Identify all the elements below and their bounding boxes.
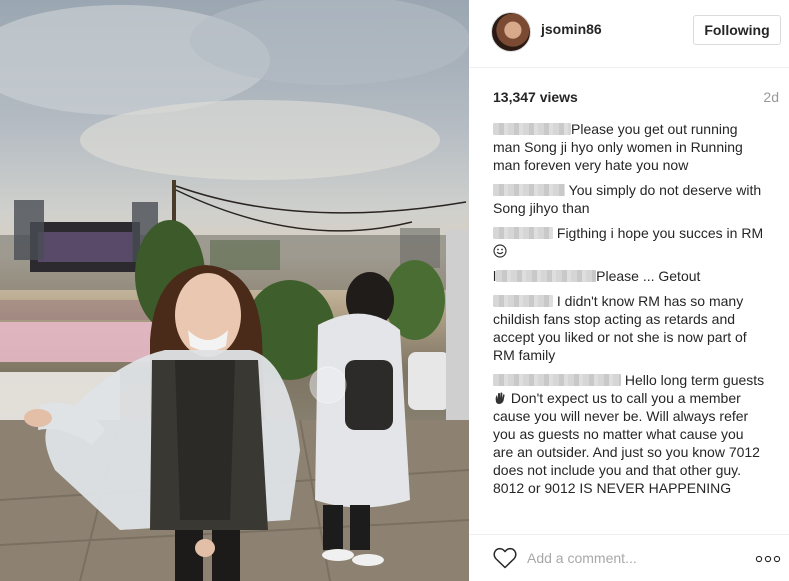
view-count[interactable]: 13,347 views [493, 89, 578, 105]
comment: Hello long term guests Don't expect us t… [493, 371, 765, 497]
heart-icon[interactable] [493, 547, 517, 569]
following-button[interactable]: Following [693, 15, 781, 45]
blurred-username [493, 184, 565, 196]
video-frame [0, 0, 469, 581]
avatar[interactable] [491, 12, 531, 52]
comment-text: Figthing i hope you succes in RM [553, 225, 764, 241]
post-video[interactable] [0, 0, 469, 581]
username-link[interactable]: jsomin86 [541, 21, 602, 37]
comment-text: Please ... Getout [596, 268, 701, 284]
post-time[interactable]: 2d [763, 89, 779, 105]
comment: Please you get out running man Song ji h… [493, 120, 765, 174]
blurred-username [493, 374, 621, 386]
add-comment-input[interactable] [527, 547, 747, 569]
smile-emoji-icon [493, 244, 507, 258]
ellipsis-icon[interactable] [755, 555, 781, 563]
comment: You simply do not deserve with Song jihy… [493, 181, 765, 217]
blurred-username [493, 227, 553, 239]
comment-text-continued: Don't expect us to call you a member cau… [493, 390, 760, 496]
comment-text: Hello long term guests [621, 372, 765, 388]
blurred-username [493, 123, 571, 135]
comment-list: Please you get out running man Song ji h… [493, 120, 765, 504]
comment: I didn't know RM has so many childish fa… [493, 292, 765, 364]
post-header: jsomin86 Following [469, 0, 789, 68]
comment-bar [469, 534, 789, 581]
waving-hand-emoji-icon [495, 392, 505, 404]
post-stats: 13,347 views 2d [493, 89, 779, 109]
comment: l Please ... Getout [493, 267, 765, 285]
blurred-username [496, 270, 597, 282]
post-sidebar: jsomin86 Following 13,347 views 2d Pleas… [469, 0, 789, 581]
comment: Figthing i hope you succes in RM [493, 224, 765, 260]
blurred-username [493, 295, 553, 307]
